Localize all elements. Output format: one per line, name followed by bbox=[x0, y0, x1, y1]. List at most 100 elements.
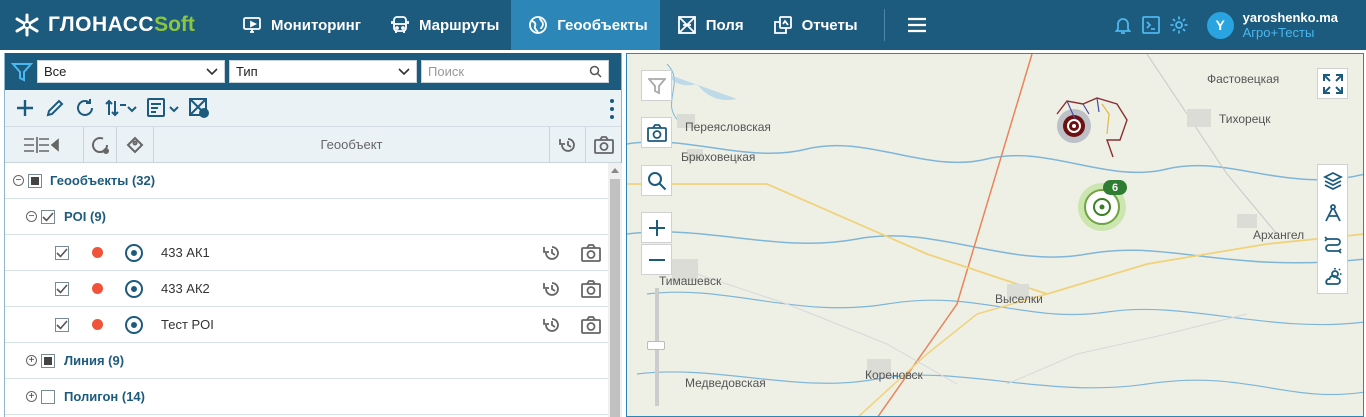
tree-label: 433 АК1 bbox=[161, 245, 210, 260]
camera-icon[interactable] bbox=[580, 315, 602, 335]
user-info[interactable]: yaroshenko.ma Агро+Тесты bbox=[1243, 10, 1338, 40]
map-label-korenovsk: Кореновск bbox=[865, 368, 923, 382]
app-logo[interactable]: ГЛОНАСС Soft bbox=[0, 0, 225, 50]
tree-row-item[interactable]: 433 АК1 bbox=[5, 235, 608, 271]
tree-row-root[interactable]: − Геообъекты (32) bbox=[5, 163, 608, 199]
list-options-icon[interactable] bbox=[146, 97, 180, 119]
check-icon bbox=[56, 319, 68, 330]
map-search-button[interactable] bbox=[641, 165, 672, 196]
tree-scrollbar[interactable] bbox=[608, 163, 622, 417]
route-icon[interactable] bbox=[1323, 235, 1343, 255]
nav-routes[interactable]: Маршруты bbox=[373, 0, 511, 50]
search-input[interactable]: Поиск bbox=[421, 60, 609, 83]
history-icon bbox=[558, 137, 575, 152]
checkbox-checked[interactable] bbox=[55, 245, 69, 260]
scroll-up-arrow-icon[interactable] bbox=[611, 167, 619, 173]
fullscreen-button[interactable] bbox=[1317, 68, 1348, 99]
scrollbar-thumb[interactable] bbox=[610, 179, 620, 417]
reports-icon bbox=[773, 16, 792, 34]
cluster-count-badge[interactable]: 6 bbox=[1103, 180, 1127, 195]
edit-pencil-icon[interactable] bbox=[44, 97, 66, 119]
minus-icon bbox=[648, 258, 665, 261]
expand-icon[interactable]: + bbox=[26, 355, 37, 366]
tree-label: Тест POI bbox=[161, 317, 214, 332]
tree-label: Геообъекты (32) bbox=[50, 173, 156, 188]
history-icon[interactable] bbox=[542, 243, 562, 263]
hamburger-icon bbox=[907, 17, 926, 33]
zoom-slider-thumb[interactable] bbox=[647, 341, 665, 350]
type-select[interactable]: Тип bbox=[229, 60, 417, 83]
checkbox-unchecked[interactable] bbox=[41, 389, 55, 404]
collapse-icon[interactable]: − bbox=[26, 211, 37, 222]
map-filter-button[interactable] bbox=[641, 70, 672, 101]
top-icons bbox=[1113, 15, 1189, 35]
poi-target-icon bbox=[125, 315, 143, 334]
column-header: Геообъект bbox=[5, 127, 621, 163]
weather-icon[interactable] bbox=[1323, 267, 1343, 287]
logo-text-soft: Soft bbox=[154, 13, 195, 36]
fullscreen-icon bbox=[1322, 73, 1343, 94]
tree-row-item[interactable]: 433 АК2 bbox=[5, 271, 608, 307]
map-label-tikhoretsk: Тихорецк bbox=[1219, 112, 1271, 126]
expand-icon[interactable]: + bbox=[26, 391, 37, 402]
expand-collapse-column[interactable] bbox=[5, 127, 84, 162]
layers-icon[interactable] bbox=[1322, 171, 1343, 191]
tree-row-poi[interactable]: − POI (9) bbox=[5, 199, 608, 235]
camera-icon[interactable] bbox=[580, 243, 602, 263]
status-dot bbox=[92, 283, 103, 294]
refresh-icon[interactable] bbox=[74, 97, 96, 119]
chevron-down-icon bbox=[398, 67, 410, 75]
avatar[interactable]: Y bbox=[1206, 11, 1234, 39]
visibility-column[interactable] bbox=[84, 127, 117, 162]
tree-row-line[interactable]: + Линия (9) bbox=[5, 343, 608, 379]
zoom-out-button[interactable] bbox=[641, 244, 672, 275]
tree-row-item[interactable]: Тест POI bbox=[5, 307, 608, 343]
sort-icon[interactable] bbox=[104, 97, 138, 119]
nav-fields[interactable]: Поля bbox=[660, 0, 756, 50]
top-navigation-bar: ГЛОНАСС Soft Мониторинг Маршруты Геообъе… bbox=[0, 0, 1366, 50]
loading-circle-icon bbox=[92, 136, 109, 154]
scope-select[interactable]: Все bbox=[37, 60, 225, 83]
scope-select-value: Все bbox=[44, 64, 67, 79]
camera-column[interactable] bbox=[586, 127, 621, 162]
history-icon[interactable] bbox=[542, 315, 562, 335]
tree-label: POI (9) bbox=[64, 209, 106, 224]
map-view[interactable]: Переясловская Брюховецкая Тимашевск Высе… bbox=[626, 53, 1364, 417]
zoom-in-button[interactable] bbox=[641, 212, 672, 243]
monitor-icon bbox=[243, 17, 261, 33]
type-select-value: Тип bbox=[236, 64, 258, 79]
checkbox-checked[interactable] bbox=[55, 281, 69, 296]
filter-icon[interactable] bbox=[11, 61, 33, 83]
geoobject-tree: − Геообъекты (32) − POI (9) 433 АК1 433 … bbox=[5, 163, 621, 415]
filter-bar: Все Тип Поиск bbox=[5, 53, 621, 90]
settings-gear-icon[interactable] bbox=[1169, 15, 1189, 35]
nav-reports[interactable]: Отчеты bbox=[756, 0, 870, 50]
checkbox-partial[interactable] bbox=[41, 353, 55, 368]
status-dot bbox=[92, 319, 103, 330]
bus-icon bbox=[391, 16, 409, 33]
add-icon[interactable] bbox=[14, 97, 36, 119]
delete-geoobject-icon[interactable] bbox=[188, 97, 210, 119]
nav-geoobjects[interactable]: Геообъекты bbox=[511, 0, 660, 50]
nav-label: Геообъекты bbox=[557, 16, 648, 34]
tag-column[interactable] bbox=[117, 127, 154, 162]
measure-icon[interactable] bbox=[1323, 203, 1343, 223]
checkbox-partial[interactable] bbox=[28, 173, 42, 188]
map-screenshot-button[interactable] bbox=[641, 117, 672, 148]
geoobject-column-title[interactable]: Геообъект bbox=[154, 127, 550, 162]
collapse-icon[interactable]: − bbox=[13, 175, 24, 186]
checkbox-checked[interactable] bbox=[55, 317, 69, 332]
history-column[interactable] bbox=[550, 127, 586, 162]
more-vertical-icon[interactable] bbox=[609, 98, 615, 120]
tree-label: Полигон (14) bbox=[64, 389, 145, 404]
camera-icon[interactable] bbox=[580, 279, 602, 299]
menu-button[interactable] bbox=[885, 0, 949, 50]
history-icon[interactable] bbox=[542, 279, 562, 299]
bell-icon[interactable] bbox=[1113, 15, 1133, 35]
tag-icon bbox=[126, 136, 144, 153]
status-dot bbox=[92, 247, 103, 258]
checkbox-checked[interactable] bbox=[41, 209, 55, 224]
nav-monitoring[interactable]: Мониторинг bbox=[225, 0, 373, 50]
tree-row-polygon[interactable]: + Полигон (14) bbox=[5, 379, 608, 415]
console-icon[interactable] bbox=[1141, 15, 1161, 35]
